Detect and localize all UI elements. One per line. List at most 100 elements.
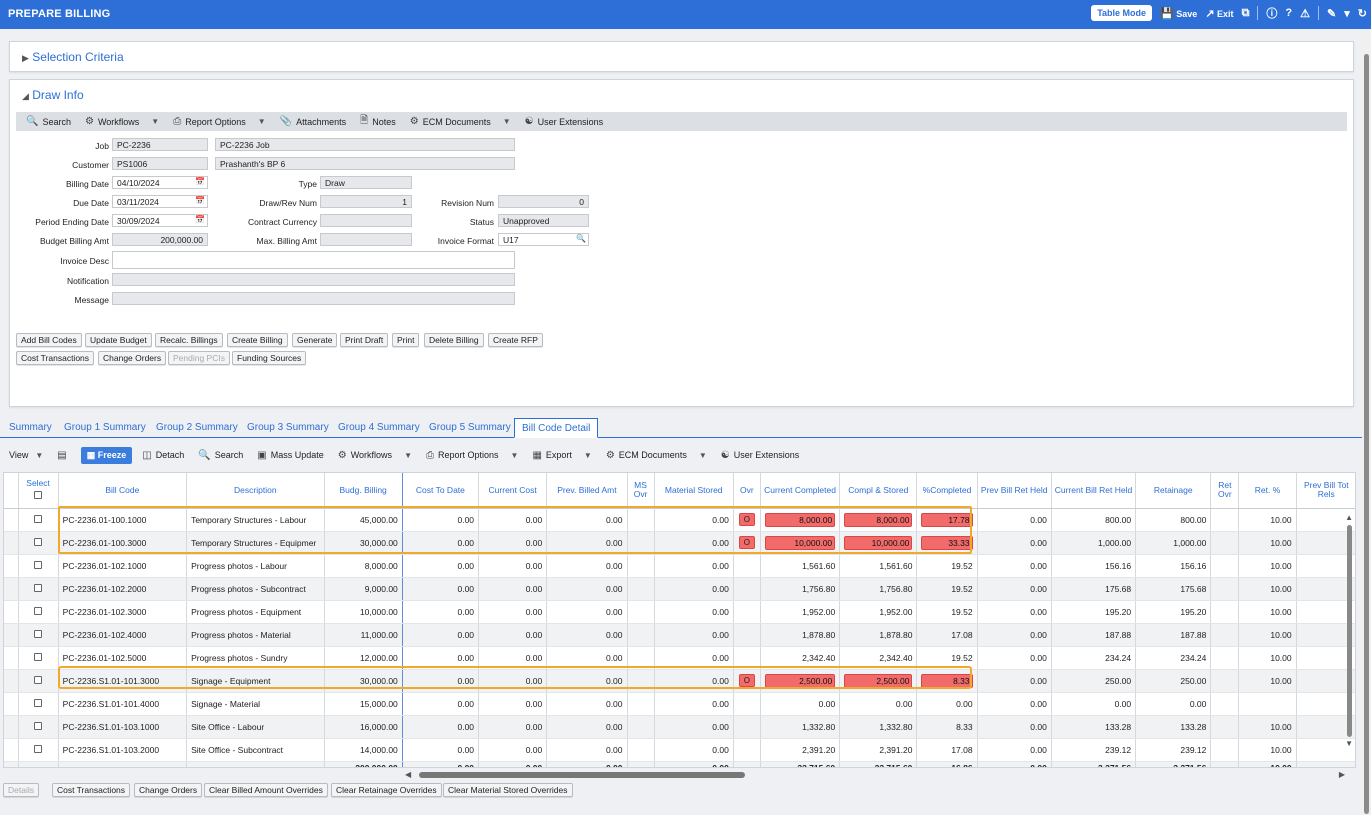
cell-cost-to-date[interactable]: 0.00 — [402, 508, 480, 532]
table-row[interactable]: PC-2236.S1.01-101.4000 Signage - Material… — [4, 692, 1355, 716]
cell-compl-stored[interactable]: 1,878.80 — [839, 623, 918, 647]
cell-ret-pct[interactable]: 10.00 — [1238, 738, 1297, 762]
table-row[interactable]: PC-2236.01-102.3000 Progress photos - Equ… — [4, 600, 1355, 624]
cell-ret-ovr[interactable] — [1210, 508, 1240, 532]
user-extensions-button[interactable]: ☯ User Extensions — [525, 116, 604, 127]
override-badge[interactable]: O — [738, 536, 755, 549]
cell-ret-ovr[interactable] — [1210, 554, 1240, 578]
cell-prev-bill-ret-held[interactable]: 0.00 — [977, 600, 1052, 624]
cell-retainage[interactable]: 234.24 — [1135, 646, 1212, 670]
cell-budg-billing[interactable]: 30,000.00 — [324, 669, 403, 693]
invoice-format-field[interactable]: U17 🔍 — [498, 233, 589, 246]
row-checkbox[interactable] — [34, 537, 43, 546]
tab-group-5-summary[interactable]: Group 5 Summary — [429, 422, 511, 433]
row-checkbox[interactable] — [34, 583, 43, 592]
cell-prev-billed[interactable]: 0.00 — [546, 600, 628, 624]
cell-ms-ovr[interactable] — [627, 554, 655, 578]
cell-current-cost[interactable]: 0.00 — [478, 577, 548, 601]
cell-prev-billed[interactable]: 0.00 — [546, 715, 628, 739]
cell-current-completed[interactable]: 0.00 — [760, 692, 841, 716]
cell-ret-pct[interactable]: 10.00 — [1238, 531, 1297, 555]
cell-prev-bill-ret-held[interactable]: 0.00 — [977, 554, 1052, 578]
cell-prev-billed[interactable]: 0.00 — [546, 577, 628, 601]
cell-ovr[interactable] — [733, 646, 761, 670]
cell-budg-billing[interactable]: 8,000.00 — [324, 554, 403, 578]
cell-current-completed[interactable]: 2,391.20 — [760, 738, 841, 762]
cell-bill-code[interactable]: PC-2236.01-102.1000 — [58, 554, 188, 578]
cell-budg-billing[interactable]: 9,000.00 — [324, 577, 403, 601]
override-value[interactable]: 10,000.00 — [844, 535, 913, 550]
cell-ret-pct[interactable] — [1238, 692, 1297, 716]
cell-current-cost[interactable]: 0.00 — [478, 669, 548, 693]
cell-pct-completed[interactable]: 19.52 — [916, 577, 978, 601]
billing-date-field[interactable]: 04/10/2024 📅 — [112, 176, 208, 189]
cell-retainage[interactable]: 800.00 — [1135, 508, 1212, 532]
add-bill-codes-button[interactable]: Add Bill Codes — [16, 333, 82, 347]
cell-material-stored[interactable]: 0.00 — [654, 738, 734, 762]
search-button[interactable]: 🔍 Search — [26, 116, 71, 127]
cell-budg-billing[interactable]: 30,000.00 — [324, 531, 403, 555]
create-rfp-button[interactable]: Create RFP — [488, 333, 543, 347]
cell-prev-bill-ret-held[interactable]: 0.00 — [977, 531, 1052, 555]
cell-ms-ovr[interactable] — [627, 646, 655, 670]
info-icon[interactable]: ⓘ — [1266, 5, 1277, 21]
grid-ecm-documents-button[interactable]: ⚙ ECM Documents ▼ — [606, 450, 707, 461]
cell-material-stored[interactable]: 0.00 — [654, 623, 734, 647]
cell-bill-code[interactable]: PC-2236.01-100.3000 — [58, 531, 188, 555]
override-value[interactable]: 10,000.00 — [764, 535, 836, 550]
cell-current-cost[interactable]: 0.00 — [478, 554, 548, 578]
cell-ret-pct[interactable]: 10.00 — [1238, 623, 1297, 647]
cell-current-cost[interactable]: 0.00 — [478, 646, 548, 670]
cell-current-bill-ret-held[interactable]: 1,000.00 — [1051, 531, 1137, 555]
cell-current-completed[interactable]: 8,000.00 — [760, 508, 841, 532]
grid-search-button[interactable]: 🔍 Search — [198, 450, 243, 461]
cell-compl-stored[interactable]: 0.00 — [839, 692, 918, 716]
cell-ms-ovr[interactable] — [627, 623, 655, 647]
cell-prev-billed[interactable]: 0.00 — [546, 623, 628, 647]
cell-cost-to-date[interactable]: 0.00 — [402, 531, 480, 555]
cell-budg-billing[interactable]: 10,000.00 — [324, 600, 403, 624]
cell-current-cost[interactable]: 0.00 — [478, 738, 548, 762]
cell-prev-billed[interactable]: 0.00 — [546, 669, 628, 693]
scroll-up-icon[interactable]: ▲ — [1345, 513, 1353, 522]
bottom-cost-transactions-button[interactable]: Cost Transactions — [52, 783, 131, 797]
calendar-icon[interactable]: 📅 — [195, 215, 205, 225]
cell-select[interactable] — [18, 577, 59, 601]
grid-workflows-button[interactable]: ⚙ Workflows ▼ — [338, 450, 412, 461]
row-checkbox[interactable] — [34, 675, 43, 684]
cell-budg-billing[interactable]: 11,000.00 — [324, 623, 403, 647]
cell-budg-billing[interactable]: 12,000.00 — [324, 646, 403, 670]
cell-prev-billed[interactable]: 0.00 — [546, 554, 628, 578]
cell-material-stored[interactable]: 0.00 — [654, 531, 734, 555]
cell-compl-stored[interactable]: 2,500.00 — [839, 669, 918, 693]
cell-prev-billed[interactable]: 0.00 — [546, 531, 628, 555]
cell-prev-billed[interactable]: 0.00 — [546, 738, 628, 762]
cell-ret-pct[interactable]: 10.00 — [1238, 715, 1297, 739]
override-badge[interactable]: O — [738, 674, 755, 687]
row-checkbox[interactable] — [34, 652, 43, 661]
cell-prev-billed[interactable]: 0.00 — [546, 646, 628, 670]
table-row[interactable]: PC-2236.S1.01-103.1000 Site Office - Labo… — [4, 715, 1355, 739]
tab-group-3-summary[interactable]: Group 3 Summary — [247, 422, 329, 433]
report-options-button[interactable]: ⎙ Report Options ▼ — [173, 116, 265, 127]
cell-ret-pct[interactable]: 10.00 — [1238, 508, 1297, 532]
tab-group-1-summary[interactable]: Group 1 Summary — [64, 422, 146, 433]
cell-bill-code[interactable]: PC-2236.S1.01-103.2000 — [58, 738, 188, 762]
cell-select[interactable] — [18, 715, 59, 739]
cell-ms-ovr[interactable] — [627, 508, 655, 532]
cell-ms-ovr[interactable] — [627, 692, 655, 716]
cell-compl-stored[interactable]: 8,000.00 — [839, 508, 918, 532]
cell-prev-billed[interactable]: 0.00 — [546, 508, 628, 532]
override-badge[interactable]: O — [738, 513, 755, 526]
cell-bill-code[interactable]: PC-2236.S1.01-101.4000 — [58, 692, 188, 716]
cell-select[interactable] — [18, 623, 59, 647]
col-prev-bill-ret-held[interactable]: Prev Bill Ret Held — [977, 473, 1052, 509]
row-checkbox[interactable] — [34, 606, 43, 615]
cell-budg-billing[interactable]: 45,000.00 — [324, 508, 403, 532]
cell-current-completed[interactable]: 1,561.60 — [760, 554, 841, 578]
cell-ms-ovr[interactable] — [627, 715, 655, 739]
view-button[interactable]: View ▼ — [9, 450, 43, 460]
col-current-cost[interactable]: Current Cost — [478, 473, 548, 509]
layout-icon[interactable]: ▤ — [57, 450, 66, 461]
cell-prev-bill-ret-held[interactable]: 0.00 — [977, 577, 1052, 601]
